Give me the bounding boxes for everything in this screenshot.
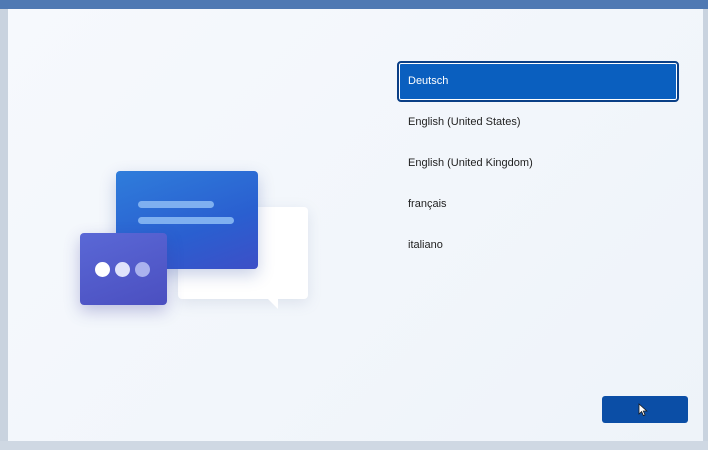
language-option-english-us[interactable]: English (United States): [397, 102, 679, 143]
chat-bubbles-illustration: [78, 169, 318, 329]
speech-bubble-tail: [266, 297, 278, 309]
setup-window: Deutsch English (United States) English …: [8, 9, 703, 441]
language-label: English (United States): [408, 116, 521, 128]
typing-indicator-card: [80, 233, 167, 305]
window-left-border: [0, 9, 8, 450]
window-top-border: [0, 0, 708, 9]
language-label: English (United Kingdom): [408, 157, 533, 169]
typing-dot: [135, 262, 150, 277]
mouse-pointer-icon: [638, 403, 648, 417]
language-option-english-uk[interactable]: English (United Kingdom): [397, 143, 679, 184]
typing-dot: [115, 262, 130, 277]
language-label: Deutsch: [408, 75, 449, 87]
message-line: [138, 201, 214, 208]
typing-dot: [95, 262, 110, 277]
language-option-deutsch[interactable]: Deutsch: [397, 61, 679, 102]
language-option-italiano[interactable]: italiano: [397, 225, 679, 266]
window-bottom-border: [0, 441, 708, 450]
language-label: italiano: [408, 239, 443, 251]
message-line: [138, 217, 234, 224]
next-button[interactable]: [602, 396, 688, 423]
language-label: français: [408, 198, 447, 210]
language-list[interactable]: Deutsch English (United States) English …: [397, 61, 679, 266]
window-right-border: [703, 9, 708, 450]
language-option-francais[interactable]: français: [397, 184, 679, 225]
